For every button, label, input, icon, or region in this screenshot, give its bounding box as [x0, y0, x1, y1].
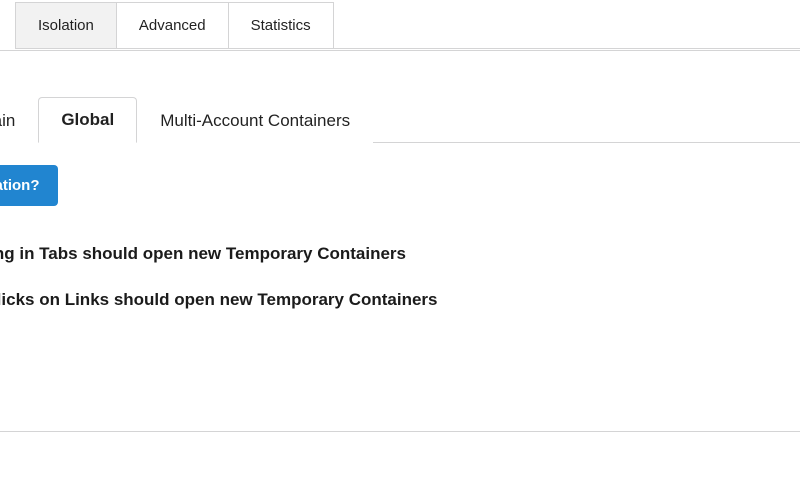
isolation-subtabs: omain Global Multi-Account Containers — [0, 96, 800, 143]
setting-label: avigating in Tabs should open new Tempor… — [0, 238, 800, 270]
setting-label: ouse Clicks on Links should open new Tem… — [0, 284, 800, 316]
global-isolation-help-button[interactable]: al Isolation? — [0, 165, 58, 206]
divider — [0, 431, 800, 432]
setting-navigating-in-tabs[interactable]: avigating in Tabs should open new Tempor… — [0, 238, 800, 270]
settings-list: avigating in Tabs should open new Tempor… — [0, 238, 800, 316]
subtab-per-domain[interactable]: omain — [0, 98, 38, 143]
tab-advanced[interactable]: Advanced — [116, 2, 229, 48]
tab-statistics[interactable]: Statistics — [228, 2, 334, 48]
subtab-global[interactable]: Global — [38, 97, 137, 143]
setting-mouse-clicks-on-links[interactable]: ouse Clicks on Links should open new Tem… — [0, 284, 800, 316]
tab-isolation[interactable]: Isolation — [15, 2, 117, 48]
subtab-multi-account-containers[interactable]: Multi-Account Containers — [137, 98, 373, 143]
main-tabs: Isolation Advanced Statistics — [15, 2, 800, 49]
